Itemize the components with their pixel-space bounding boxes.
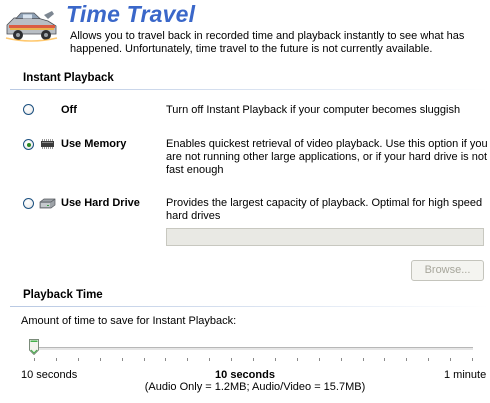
option-label-off[interactable]: Off xyxy=(61,104,77,116)
section-divider xyxy=(10,306,488,307)
page-title: Time Travel xyxy=(66,1,196,27)
slider-tick xyxy=(55,358,57,361)
time-machine-car-icon xyxy=(5,11,58,42)
slider-tick xyxy=(450,358,452,361)
hard-drive-icon xyxy=(39,198,56,209)
slider-tick xyxy=(318,358,320,361)
radio-use-memory[interactable] xyxy=(23,139,34,150)
playback-time-slider-track[interactable] xyxy=(33,347,473,351)
slider-tick xyxy=(472,358,473,361)
slider-tick xyxy=(296,358,298,361)
playback-time-prompt: Amount of time to save for Instant Playb… xyxy=(21,315,237,327)
option-label-use-memory[interactable]: Use Memory xyxy=(61,138,126,150)
option-label-use-hard-drive[interactable]: Use Hard Drive xyxy=(61,197,140,209)
hard-drive-path-input[interactable] xyxy=(166,228,484,246)
playback-time-slider-thumb[interactable] xyxy=(29,339,39,355)
radio-off[interactable] xyxy=(23,104,34,115)
slider-tick xyxy=(209,358,211,361)
slider-current-value: 10 seconds xyxy=(215,369,275,381)
slider-tick xyxy=(274,358,276,361)
slider-tick xyxy=(362,358,364,361)
memory-chip-icon xyxy=(41,139,54,149)
slider-tick xyxy=(165,358,167,361)
radio-selected-dot xyxy=(26,142,31,147)
slider-tick xyxy=(384,358,386,361)
option-description-use-hard-drive: Provides the largest capacity of playbac… xyxy=(166,197,483,222)
section-title-instant-playback: Instant Playback xyxy=(23,72,114,84)
slider-tick xyxy=(253,358,254,361)
radio-use-hard-drive[interactable] xyxy=(23,198,34,209)
section-divider xyxy=(10,89,488,90)
option-description-use-memory: Enables quickest retrieval of video play… xyxy=(166,138,488,176)
slider-tick xyxy=(406,358,408,361)
slider-tick xyxy=(340,358,342,361)
slider-size-info: (Audio Only = 1.2MB; Audio/Video = 15.7M… xyxy=(144,381,366,393)
section-title-playback-time: Playback Time xyxy=(23,289,103,301)
slider-tick xyxy=(77,358,79,361)
slider-tick xyxy=(34,358,35,361)
slider-tick xyxy=(121,358,123,361)
slider-tick xyxy=(231,358,233,361)
page-description: Allows you to travel back in recorded ti… xyxy=(70,30,465,55)
slider-tick xyxy=(143,358,145,361)
slider-tick xyxy=(428,358,430,361)
slider-tick xyxy=(99,358,101,361)
slider-tick xyxy=(187,358,189,361)
browse-button[interactable]: Browse... xyxy=(411,260,484,281)
option-description-off: Turn off Instant Playback if your comput… xyxy=(166,104,461,116)
